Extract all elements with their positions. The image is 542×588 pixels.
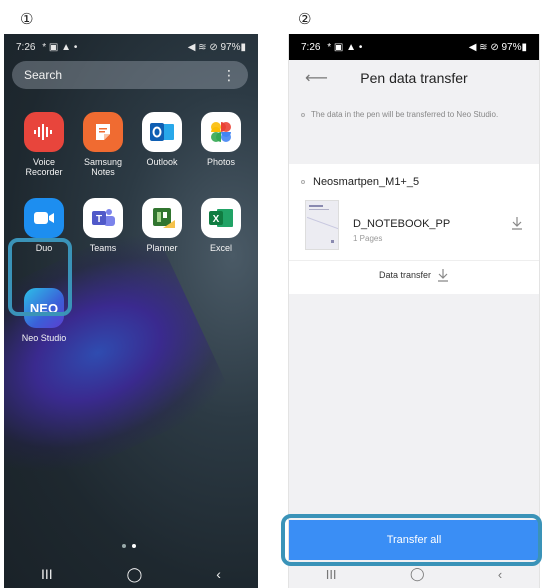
app-planner[interactable]: Planner: [132, 198, 192, 253]
status-time: 7:26: [16, 41, 36, 53]
status-bar: 7:26 * ▣ ▲ • ◀ ≋ ⊘ 97%▮: [289, 34, 539, 60]
app-excel[interactable]: X Excel: [191, 198, 251, 253]
back-button[interactable]: ‹: [216, 566, 221, 582]
svg-text:T: T: [96, 214, 102, 225]
app-label: Samsung Notes: [83, 157, 123, 177]
planner-icon: [142, 198, 182, 238]
data-transfer-label: Data transfer: [378, 270, 432, 280]
page-indicator: [122, 544, 136, 548]
pen-data-transfer-screen: 7:26 * ▣ ▲ • ◀ ≋ ⊘ 97%▮ ⟵ Pen data trans…: [288, 34, 540, 588]
download-icon: [438, 269, 449, 282]
recents-button[interactable]: III: [326, 567, 337, 582]
status-time: 7:26: [301, 41, 321, 53]
page-dot-active: [132, 544, 136, 548]
home-button[interactable]: ◯: [127, 566, 143, 583]
divider: [289, 260, 539, 261]
search-bar[interactable]: Search ⋮: [12, 61, 248, 89]
status-right-icons: ◀ ≋ ⊘ 97%▮: [468, 41, 527, 53]
notebook-thumbnail[interactable]: [305, 200, 339, 250]
notebook-pages: 1 Pages: [353, 234, 383, 243]
app-label: Photos: [206, 157, 236, 167]
outlook-icon: [142, 112, 182, 152]
app-outlook[interactable]: Outlook: [132, 112, 192, 167]
page-dot: [122, 544, 126, 548]
navigation-bar: III ◯ ‹: [4, 560, 258, 588]
app-teams[interactable]: T Teams: [73, 198, 133, 253]
search-label: Search: [24, 68, 63, 82]
status-left-icons: * ▣ ▲ •: [42, 41, 78, 53]
back-arrow-icon[interactable]: ⟵: [305, 68, 328, 88]
pen-name-row: Neosmartpen_M1+_5: [301, 176, 419, 188]
app-label: Teams: [89, 243, 117, 253]
download-icon[interactable]: [511, 216, 523, 235]
back-button[interactable]: ‹: [498, 567, 502, 582]
app-bar: ⟵ Pen data transfer: [289, 60, 539, 96]
app-label: Excel: [209, 243, 232, 253]
app-photos[interactable]: Photos: [191, 112, 251, 167]
svg-text:X: X: [213, 214, 220, 225]
recents-button[interactable]: III: [41, 566, 53, 582]
status-right-icons: ◀ ≋ ⊘ 97%▮: [187, 41, 246, 53]
voice-recorder-icon: [24, 112, 64, 152]
transfer-all-highlight: [281, 514, 542, 566]
app-label: Neo Studio: [21, 333, 67, 343]
notebook-title: D_NOTEBOOK_PP: [353, 218, 451, 230]
step-2-number: ②: [298, 11, 312, 28]
samsung-notes-icon: [83, 112, 123, 152]
neo-studio-highlight: [8, 238, 72, 316]
duo-icon: [24, 198, 64, 238]
photos-icon: [201, 112, 241, 152]
data-transfer-button[interactable]: Data transfer: [289, 268, 539, 282]
app-samsung-notes[interactable]: Samsung Notes: [73, 112, 133, 177]
teams-icon: T: [83, 198, 123, 238]
app-voice-recorder[interactable]: Voice Recorder: [14, 112, 74, 177]
status-bar: 7:26 * ▣ ▲ • ◀ ≋ ⊘ 97%▮: [4, 34, 258, 60]
status-left-icons: * ▣ ▲ •: [327, 41, 363, 53]
app-label: Planner: [146, 243, 178, 253]
pen-card: Neosmartpen_M1+_5 D_NOTEBOOK_PP 1 Pages …: [289, 164, 539, 294]
info-message: The data in the pen will be transferred …: [301, 110, 531, 120]
info-text: The data in the pen will be transferred …: [311, 110, 499, 119]
bullet-icon: [301, 180, 305, 184]
home-button[interactable]: ◯: [410, 566, 425, 582]
excel-icon: X: [201, 198, 241, 238]
step-1-number: ①: [20, 11, 34, 28]
more-options-icon[interactable]: ⋮: [222, 67, 236, 84]
bullet-icon: [301, 113, 305, 117]
app-label: Voice Recorder: [25, 157, 63, 177]
app-label: Outlook: [146, 157, 178, 167]
pen-name: Neosmartpen_M1+_5: [313, 176, 420, 188]
